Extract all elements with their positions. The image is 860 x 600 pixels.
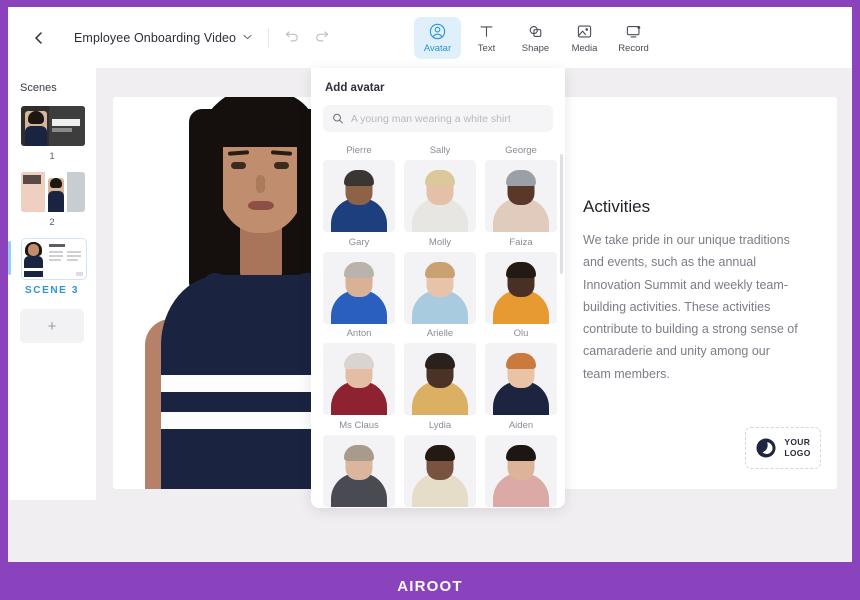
avatar-name: Aiden — [508, 419, 534, 431]
avatar-name: Anton — [346, 328, 372, 339]
avatar-thumbnail — [485, 160, 557, 232]
avatar-card[interactable]: Arielle — [404, 325, 476, 417]
redo-icon — [316, 30, 329, 41]
avatar-search-input[interactable] — [350, 112, 544, 125]
avatar-name: Gary — [348, 236, 370, 248]
avatar-card[interactable]: Anton — [323, 325, 395, 417]
avatar-thumbnail — [323, 343, 395, 415]
scene-item-1[interactable]: 1 — [18, 103, 86, 165]
avatar-name: Lydia — [428, 419, 452, 431]
tool-shape-label: Shape — [521, 43, 550, 54]
record-icon — [626, 26, 641, 38]
scene-label-2: 2 — [49, 217, 55, 228]
add-avatar-panel: Add avatar Pierre Sally George Gary Molly Fai… — [311, 68, 565, 508]
back-button[interactable] — [22, 21, 56, 55]
project-title: Employee Onboarding Video — [74, 30, 237, 45]
purple-frame: Employee Onboarding Video Avatar Text Sh… — [0, 0, 860, 600]
avatar-thumbnail — [323, 251, 395, 324]
logo-line-1: YOUR — [784, 436, 811, 447]
scenes-sidebar: Scenes 1 2 SCENE 3 + — [8, 68, 96, 500]
add-scene-button[interactable]: + — [20, 309, 84, 343]
avatar-card[interactable]: Molly — [404, 234, 476, 326]
avatar-thumbnail — [404, 343, 476, 415]
avatar-name: Faiza — [509, 236, 533, 248]
avatar-thumbnail — [323, 434, 395, 507]
avatar-name: Ms Claus — [339, 419, 379, 431]
undo-button[interactable] — [285, 29, 300, 47]
avatar-icon — [429, 23, 446, 40]
tool-shape[interactable]: Shape — [512, 17, 559, 59]
media-icon — [577, 25, 592, 38]
scene-thumbnail — [21, 106, 85, 146]
scene-label-3: SCENE 3 — [25, 285, 79, 296]
app-window: Employee Onboarding Video Avatar Text Sh… — [8, 7, 852, 562]
scene-thumbnail — [21, 172, 85, 212]
shape-icon — [529, 26, 542, 37]
chevron-left-icon — [35, 31, 42, 44]
tool-record[interactable]: Record — [610, 17, 657, 59]
avatar-name: Arielle — [426, 328, 454, 339]
tool-text-label: Text — [477, 43, 496, 54]
avatar-card[interactable]: Olu — [485, 325, 557, 417]
logo-line-2: LOGO — [784, 448, 811, 458]
plus-icon: + — [47, 317, 57, 335]
ring-logo-icon — [756, 438, 776, 458]
avatar-thumbnail — [404, 434, 476, 507]
activities-body: We take pride in our unique traditions a… — [583, 233, 798, 381]
chevron-down-icon — [243, 33, 252, 42]
scene-label-1: 1 — [49, 151, 55, 162]
text-icon — [480, 26, 493, 37]
history-controls — [285, 29, 329, 47]
brand-bar: AIROOT — [0, 572, 860, 600]
avatar-card[interactable]: Lydia — [404, 417, 476, 509]
app-header: Employee Onboarding Video Avatar Text Sh… — [8, 7, 852, 68]
avatar-card[interactable]: Faiza — [485, 234, 557, 326]
avatar-thumbnail — [404, 251, 476, 324]
avatar-name: Olu — [513, 328, 529, 339]
scene-thumbnail — [21, 238, 87, 280]
tool-strip: Avatar Text Shape Media Record — [414, 17, 657, 59]
scenes-title: Scenes — [20, 82, 57, 94]
brand-name: AIROOT — [397, 577, 463, 595]
scene-active-marker — [8, 241, 11, 275]
scene-item-3[interactable]: SCENE 3 — [8, 235, 87, 299]
avatar-thumbnail — [485, 343, 557, 415]
avatar-card[interactable]: Pierre — [323, 142, 395, 234]
tool-avatar-label: Avatar — [423, 43, 452, 54]
avatar-grid: Pierre Sally George Gary Molly Faiza Anton Arie… — [323, 142, 565, 508]
avatar-card[interactable]: Sally — [404, 142, 476, 234]
header-divider — [268, 27, 270, 48]
tool-record-label: Record — [618, 43, 649, 54]
search-icon — [333, 113, 343, 124]
undo-icon — [285, 30, 298, 41]
avatar-name: George — [505, 145, 537, 156]
tool-avatar[interactable]: Avatar — [414, 17, 461, 59]
add-avatar-title: Add avatar — [325, 82, 385, 94]
avatar-card[interactable]: George — [485, 142, 557, 234]
logo-text: YOUR LOGO — [784, 437, 810, 460]
project-title-dropdown[interactable]: Employee Onboarding Video — [74, 31, 252, 45]
avatar-thumbnail — [485, 251, 557, 324]
avatar-name: Sally — [429, 145, 451, 156]
tool-media[interactable]: Media — [561, 17, 608, 59]
panel-scrollbar[interactable] — [560, 154, 563, 274]
avatar-name: Pierre — [346, 145, 372, 156]
avatar-thumbnail — [485, 434, 557, 507]
avatar-card[interactable]: Gary — [323, 234, 395, 326]
avatar-thumbnail — [404, 160, 476, 232]
avatar-thumbnail — [323, 160, 395, 232]
avatar-card[interactable]: Ms Claus — [323, 417, 395, 509]
activities-heading: Activities — [583, 197, 651, 216]
scene-item-2[interactable]: 2 — [18, 169, 86, 231]
tool-media-label: Media — [571, 43, 598, 54]
activities-text-block[interactable]: Activities We take pride in our unique t… — [583, 197, 798, 385]
avatar-card[interactable]: Aiden — [485, 417, 557, 509]
avatar-search[interactable] — [323, 105, 553, 132]
tool-text[interactable]: Text — [463, 17, 510, 59]
redo-button[interactable] — [314, 29, 329, 47]
logo-placeholder[interactable]: YOUR LOGO — [745, 427, 821, 469]
avatar-name: Molly — [428, 236, 452, 248]
